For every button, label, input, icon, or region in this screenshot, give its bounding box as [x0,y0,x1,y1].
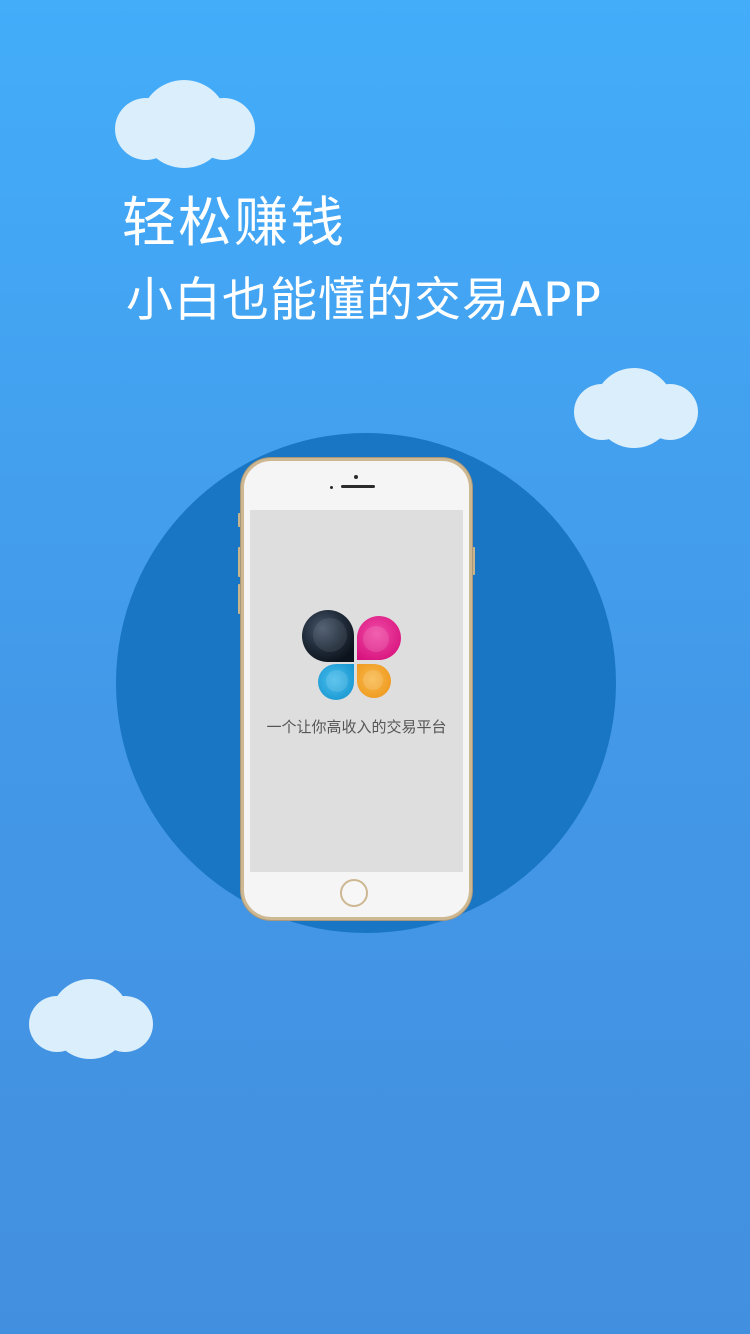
cloud-icon [574,368,698,448]
cloud-icon [29,979,153,1059]
headline-secondary: 小白也能懂的交易APP [126,273,602,328]
home-button-icon [340,879,368,907]
phone-screen: 一个让你高收入的交易平台 [250,510,463,872]
earpiece-speaker [341,485,375,488]
headline-primary: 轻松赚钱 [122,191,346,254]
camera-dot [354,475,358,479]
sensor-dot [330,486,333,489]
app-tagline: 一个让你高收入的交易平台 [266,718,447,736]
four-petal-logo-icon [302,610,401,700]
cloud-icon [115,80,255,168]
phone-mockup: 一个让你高收入的交易平台 [241,458,472,920]
